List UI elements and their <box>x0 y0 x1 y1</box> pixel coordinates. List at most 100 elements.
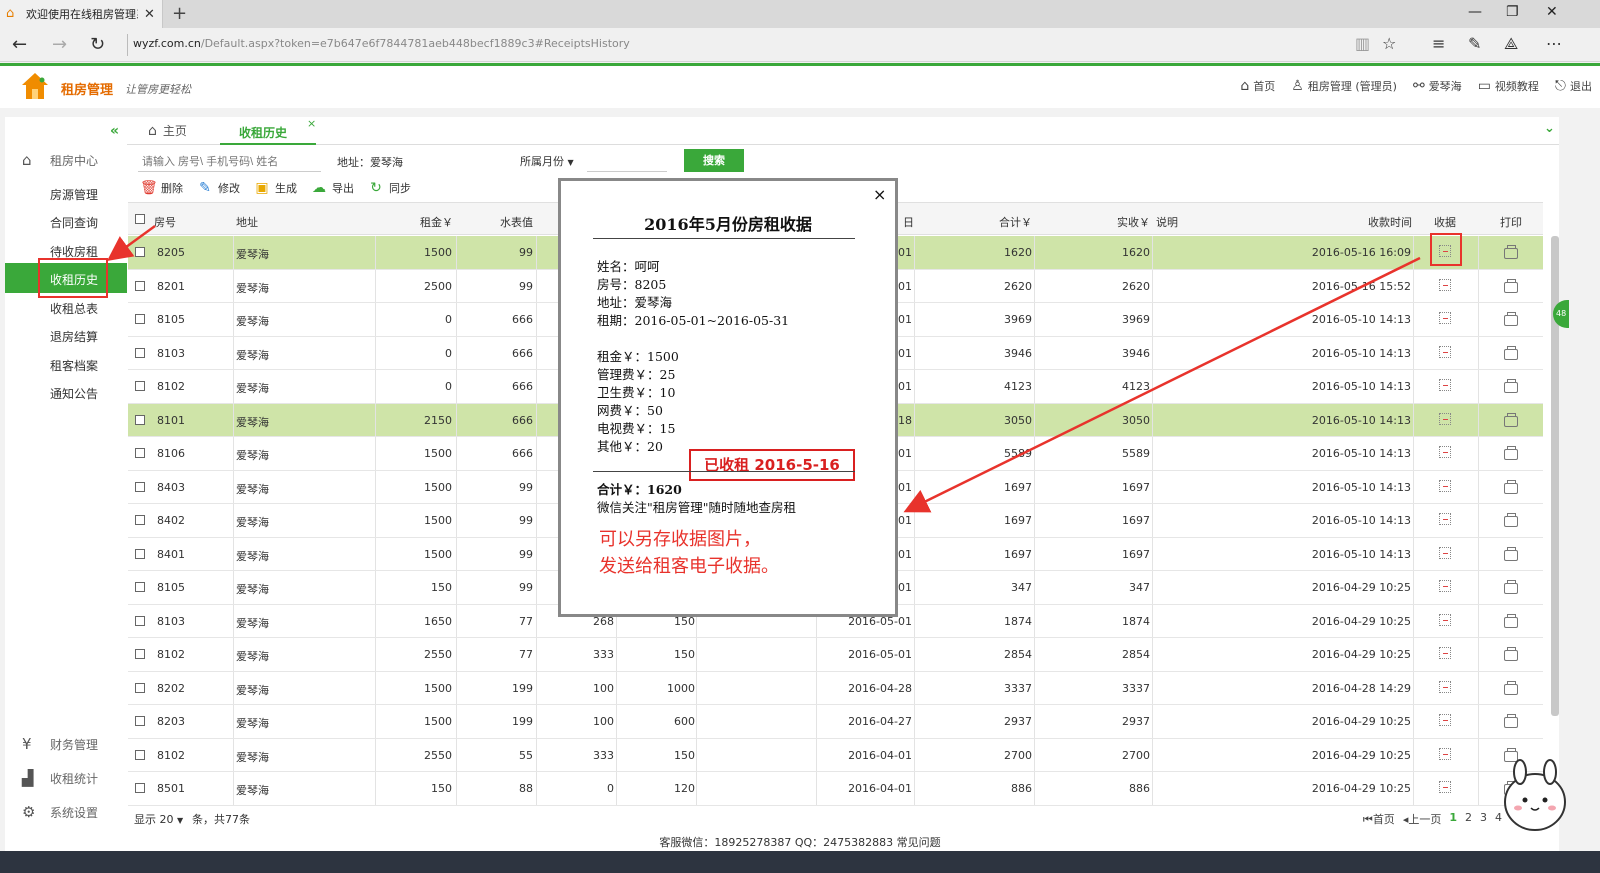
printer-icon[interactable] <box>1504 580 1518 594</box>
printer-icon[interactable] <box>1504 312 1518 326</box>
receipt-icon[interactable] <box>1439 278 1451 291</box>
row-checkbox[interactable] <box>135 314 145 324</box>
prev-page-link[interactable]: ◂上一页 <box>1403 811 1442 827</box>
receipt-icon[interactable] <box>1439 680 1451 693</box>
row-checkbox[interactable] <box>135 749 145 760</box>
restore-icon[interactable]: ❐ <box>1506 4 1519 20</box>
row-checkbox[interactable] <box>135 448 145 458</box>
search-input[interactable] <box>138 152 321 172</box>
receipt-icon[interactable] <box>1439 714 1451 726</box>
printer-icon[interactable] <box>1504 714 1518 728</box>
printer-icon[interactable] <box>1504 647 1518 661</box>
col-paid[interactable]: 实收￥ <box>1117 214 1150 230</box>
close-window-icon[interactable]: ✕ <box>1546 4 1558 20</box>
share-icon[interactable]: ⟁ <box>1504 34 1518 54</box>
receipt-icon[interactable] <box>1439 580 1451 592</box>
sidebar-item-notices[interactable]: 通知公告 <box>50 385 98 402</box>
first-page-link[interactable]: ⏮首页 <box>1363 811 1395 827</box>
receipt-icon[interactable] <box>1439 546 1451 559</box>
sidebar-section-settings[interactable]: ⚙ 系统设置 <box>22 803 98 821</box>
search-button[interactable]: 搜索 <box>684 149 744 172</box>
minimize-icon[interactable]: — <box>1468 4 1482 20</box>
sidebar-item-tenants[interactable]: 租客档案 <box>50 357 98 374</box>
row-checkbox[interactable] <box>135 481 145 492</box>
col-receipt[interactable]: 收据 <box>1434 214 1456 230</box>
page-link-1[interactable]: 1 <box>1449 811 1457 827</box>
mascot-icon[interactable] <box>1500 758 1570 836</box>
receipt-icon[interactable] <box>1439 747 1451 760</box>
sync-button[interactable]: ↻ 同步 <box>368 180 411 196</box>
table-row[interactable]: 8202 爱琴海 1500 199 100 1000 2016-04-28 3337 3337 2… <box>128 671 1543 705</box>
page-size-selector[interactable]: 显示 20 ▼ <box>134 811 183 827</box>
favorite-star-icon[interactable]: ☆ <box>1382 34 1396 53</box>
table-row[interactable]: 8501 爱琴海 150 88 0 120 2016-04-01 886 886 2016-04-… <box>128 772 1543 806</box>
printer-icon[interactable] <box>1504 546 1518 561</box>
row-checkbox[interactable] <box>135 716 145 726</box>
col-address[interactable]: 地址 <box>236 214 258 230</box>
row-checkbox[interactable] <box>135 347 145 358</box>
receipt-icon[interactable] <box>1439 479 1451 492</box>
printer-icon[interactable] <box>1504 345 1518 360</box>
printer-icon[interactable] <box>1504 513 1518 527</box>
collapse-sidebar-icon[interactable]: « <box>110 123 119 139</box>
row-checkbox[interactable] <box>135 280 145 291</box>
tab-receipts-history[interactable]: 收租历史 × <box>220 117 316 145</box>
hub-icon[interactable]: ≡ <box>1432 34 1445 53</box>
printer-icon[interactable] <box>1504 278 1518 293</box>
sidebar-item-listings[interactable]: 房源管理 <box>50 186 98 203</box>
receipt-icon[interactable] <box>1439 312 1451 324</box>
new-tab-icon[interactable]: + <box>172 3 187 24</box>
col-note[interactable]: 说明 <box>1156 214 1178 230</box>
printer-icon[interactable] <box>1504 680 1518 695</box>
sidebar-section-stats[interactable]: ▟ 收租统计 <box>22 769 98 787</box>
tab-home[interactable]: ⌂ 主页 <box>148 122 187 139</box>
export-button[interactable]: ☁ 导出 <box>311 180 354 196</box>
row-checkbox[interactable] <box>135 682 145 693</box>
row-checkbox[interactable] <box>135 615 145 626</box>
receipt-icon[interactable] <box>1439 647 1451 659</box>
page-link-2[interactable]: 2 <box>1465 811 1472 827</box>
receipt-icon[interactable] <box>1439 613 1451 626</box>
col-time[interactable]: 收款时间 <box>1368 214 1412 230</box>
header-nav-logout[interactable]: ⎋ 退出 <box>1555 78 1592 94</box>
more-icon[interactable]: ⋯ <box>1546 34 1562 53</box>
edit-button[interactable]: ✎ 修改 <box>197 180 240 196</box>
receipt-icon[interactable] <box>1439 345 1451 358</box>
back-icon[interactable]: ← <box>12 34 27 55</box>
generate-button[interactable]: ▣ 生成 <box>254 180 297 196</box>
receipt-icon[interactable] <box>1439 412 1451 425</box>
sidebar-item-rent-summary[interactable]: 收租总表 <box>50 300 98 317</box>
header-nav-home[interactable]: ⌂ 首页 <box>1240 78 1275 94</box>
table-row[interactable]: 8203 爱琴海 1500 199 100 600 2016-04-27 2937 2937 20… <box>128 705 1543 739</box>
receipt-icon[interactable] <box>1439 446 1451 458</box>
printer-icon[interactable] <box>1504 245 1518 259</box>
row-checkbox[interactable] <box>135 783 145 793</box>
browser-tab[interactable]: ⌂ 欢迎使用在线租房管理系 ✕ <box>0 0 163 28</box>
receipt-icon[interactable] <box>1439 513 1451 525</box>
row-checkbox[interactable] <box>135 247 145 257</box>
header-nav-video[interactable]: ▭ 视频教程 <box>1478 78 1539 94</box>
sidebar-item-checkout[interactable]: 退房结算 <box>50 328 98 345</box>
page-link-3[interactable]: 3 <box>1480 811 1487 827</box>
header-nav-user[interactable]: ♙ 租房管理 (管理员) <box>1291 78 1397 94</box>
forward-icon[interactable]: → <box>52 34 67 55</box>
row-checkbox[interactable] <box>135 649 145 659</box>
row-checkbox[interactable] <box>135 548 145 559</box>
receipt-icon[interactable] <box>1439 781 1451 793</box>
close-tab-icon[interactable]: ✕ <box>144 7 155 22</box>
table-row[interactable]: 8102 爱琴海 2550 55 333 150 2016-04-01 2700 2700 201… <box>128 738 1543 772</box>
sidebar-section-finance[interactable]: ¥ 财务管理 <box>22 735 98 753</box>
reading-view-icon[interactable]: ▥ <box>1355 34 1370 53</box>
col-print[interactable]: 打印 <box>1500 214 1522 230</box>
web-note-icon[interactable]: ✎ <box>1468 34 1481 53</box>
refresh-icon[interactable]: ↻ <box>90 34 105 55</box>
month-input-underline[interactable] <box>587 171 667 172</box>
chevron-down-icon[interactable]: ⌄ <box>1544 121 1555 136</box>
sidebar-section-rent[interactable]: ⌂ 租房中心 <box>22 151 98 169</box>
header-nav-org[interactable]: ⚯ 爱琴海 <box>1413 78 1462 94</box>
close-tab-icon[interactable]: × <box>307 117 316 130</box>
row-checkbox[interactable] <box>135 381 145 391</box>
table-row[interactable]: 8102 爱琴海 2550 77 333 150 2016-05-01 2854 2854 201… <box>128 638 1543 672</box>
row-checkbox[interactable] <box>135 515 145 525</box>
receipt-icon[interactable] <box>1439 379 1451 391</box>
